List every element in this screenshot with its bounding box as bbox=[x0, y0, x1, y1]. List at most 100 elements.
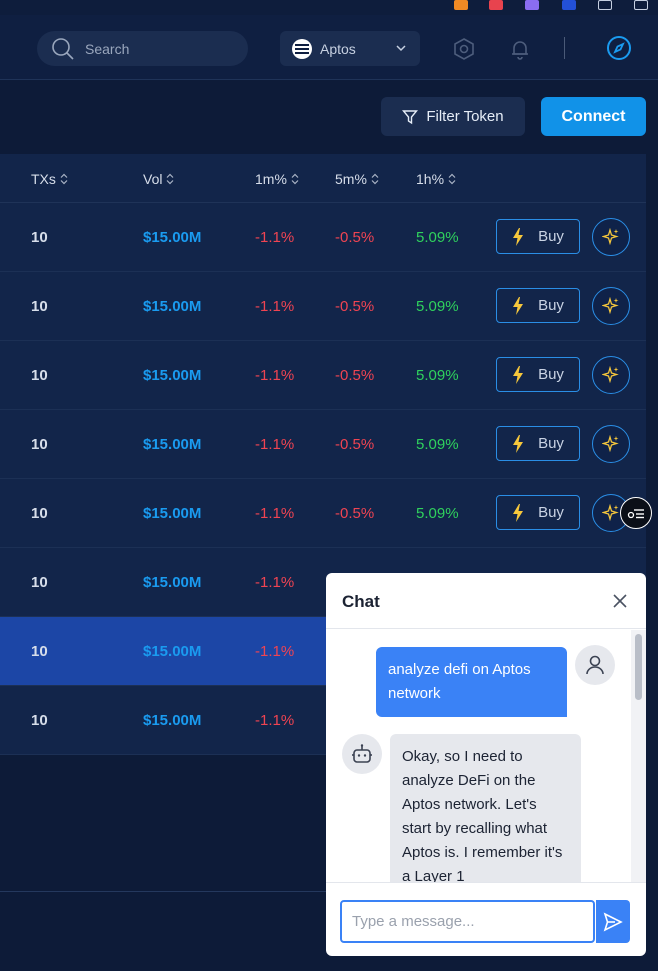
hexagon-icon[interactable] bbox=[452, 37, 476, 61]
message-input[interactable] bbox=[340, 900, 595, 943]
txs-cell: 10 bbox=[31, 436, 48, 453]
buy-button[interactable]: Buy bbox=[496, 495, 580, 530]
header-divider bbox=[564, 37, 565, 59]
search-input[interactable] bbox=[85, 40, 235, 57]
buy-button[interactable]: Buy bbox=[496, 357, 580, 392]
vol-cell: $15.00M bbox=[143, 229, 202, 246]
change-5m-cell: -0.5% bbox=[335, 436, 375, 453]
change-1h-cell: 5.09% bbox=[416, 505, 459, 522]
aptos-logo-icon bbox=[292, 38, 312, 59]
col-5m[interactable]: 5m% bbox=[335, 171, 379, 187]
fox-extension-icon[interactable] bbox=[454, 0, 468, 10]
chat-scrollbar[interactable] bbox=[631, 630, 646, 882]
footer-divider bbox=[0, 891, 330, 892]
network-label: Aptos bbox=[320, 40, 356, 57]
chat-panel: Chat analyze defi on Aptos network Okay,… bbox=[326, 573, 646, 956]
send-button[interactable] bbox=[596, 900, 630, 943]
sparkles-icon bbox=[602, 435, 619, 453]
bot-avatar-icon bbox=[342, 734, 382, 774]
wave-extension-icon[interactable] bbox=[525, 0, 539, 10]
sort-icon bbox=[167, 173, 174, 185]
wallet-extension-icon[interactable] bbox=[562, 0, 576, 10]
camera-extension-icon[interactable] bbox=[598, 0, 612, 10]
filter-icon bbox=[402, 109, 419, 124]
close-icon[interactable] bbox=[611, 592, 629, 610]
buy-button[interactable]: Buy bbox=[496, 288, 580, 323]
col-1m[interactable]: 1m% bbox=[255, 171, 299, 187]
txs-cell: 10 bbox=[31, 367, 48, 384]
vol-cell: $15.00M bbox=[143, 436, 202, 453]
change-5m-cell: -0.5% bbox=[335, 229, 375, 246]
sort-icon bbox=[60, 173, 68, 185]
buy-label: Buy bbox=[538, 504, 564, 521]
table-row[interactable]: 10 $15.00M -1.1% -0.5% 5.09% Buy bbox=[0, 341, 646, 410]
sort-icon bbox=[291, 173, 299, 185]
ai-analyze-button[interactable] bbox=[592, 425, 630, 463]
connect-button[interactable]: Connect bbox=[541, 97, 646, 136]
txs-cell: 10 bbox=[31, 574, 48, 591]
scroll-thumb[interactable] bbox=[635, 634, 642, 700]
ai-analyze-button[interactable] bbox=[592, 287, 630, 325]
send-icon bbox=[603, 911, 623, 932]
shield-extension-icon[interactable] bbox=[489, 0, 503, 10]
txs-cell: 10 bbox=[31, 505, 48, 522]
buy-button[interactable]: Buy bbox=[496, 426, 580, 461]
txs-cell: 10 bbox=[31, 643, 48, 660]
lightning-icon bbox=[513, 296, 524, 315]
txs-cell: 10 bbox=[31, 298, 48, 315]
compass-icon[interactable] bbox=[606, 35, 632, 61]
sparkles-icon bbox=[602, 228, 619, 246]
sparkles-icon bbox=[602, 366, 619, 384]
change-5m-cell: -0.5% bbox=[335, 505, 375, 522]
col-txs[interactable]: TXs bbox=[31, 171, 68, 187]
chat-toggle-button[interactable] bbox=[620, 497, 652, 529]
puzzle-extension-icon[interactable] bbox=[634, 0, 648, 10]
top-header: Aptos bbox=[0, 15, 658, 80]
change-1m-cell: -1.1% bbox=[255, 298, 295, 315]
network-selector[interactable]: Aptos bbox=[280, 31, 420, 66]
sort-icon bbox=[448, 173, 456, 185]
sort-icon bbox=[371, 173, 379, 185]
filter-token-label: Filter Token bbox=[426, 108, 504, 125]
change-1h-cell: 5.09% bbox=[416, 436, 459, 453]
lightning-icon bbox=[513, 365, 524, 384]
vol-cell: $15.00M bbox=[143, 298, 202, 315]
change-5m-cell: -0.5% bbox=[335, 367, 375, 384]
col-vol[interactable]: Vol bbox=[143, 171, 174, 187]
chat-title: Chat bbox=[342, 592, 380, 611]
vol-cell: $15.00M bbox=[143, 367, 202, 384]
user-avatar-icon bbox=[575, 645, 615, 685]
buy-label: Buy bbox=[538, 228, 564, 245]
sparkles-icon bbox=[602, 297, 619, 315]
table-row[interactable]: 10 $15.00M -1.1% -0.5% 5.09% Buy bbox=[0, 479, 646, 548]
chat-list-icon bbox=[627, 509, 644, 519]
col-1h[interactable]: 1h% bbox=[416, 171, 456, 187]
table-row[interactable]: 10 $15.00M -1.1% -0.5% 5.09% Buy bbox=[0, 203, 646, 272]
sparkles-icon bbox=[602, 504, 619, 522]
change-1m-cell: -1.1% bbox=[255, 229, 295, 246]
search-box[interactable] bbox=[37, 31, 248, 66]
vol-cell: $15.00M bbox=[143, 505, 202, 522]
chat-header: Chat bbox=[326, 573, 646, 629]
user-message: analyze defi on Aptos network bbox=[376, 647, 567, 717]
vol-cell: $15.00M bbox=[143, 712, 202, 729]
vol-cell: $15.00M bbox=[143, 643, 202, 660]
change-5m-cell: -0.5% bbox=[335, 298, 375, 315]
chat-messages[interactable]: analyze defi on Aptos network Okay, so I… bbox=[326, 630, 646, 882]
change-1m-cell: -1.1% bbox=[255, 574, 295, 591]
bell-icon[interactable] bbox=[508, 37, 532, 61]
chevron-down-icon bbox=[396, 45, 406, 52]
browser-extension-bar bbox=[0, 0, 658, 15]
ai-analyze-button[interactable] bbox=[592, 218, 630, 256]
chat-footer bbox=[326, 882, 646, 956]
buy-button[interactable]: Buy bbox=[496, 219, 580, 254]
filter-token-button[interactable]: Filter Token bbox=[381, 97, 525, 136]
change-1m-cell: -1.1% bbox=[255, 712, 295, 729]
lightning-icon bbox=[513, 434, 524, 453]
table-row[interactable]: 10 $15.00M -1.1% -0.5% 5.09% Buy bbox=[0, 272, 646, 341]
change-1m-cell: -1.1% bbox=[255, 643, 295, 660]
ai-analyze-button[interactable] bbox=[592, 356, 630, 394]
change-1h-cell: 5.09% bbox=[416, 229, 459, 246]
buy-label: Buy bbox=[538, 297, 564, 314]
table-row[interactable]: 10 $15.00M -1.1% -0.5% 5.09% Buy bbox=[0, 410, 646, 479]
